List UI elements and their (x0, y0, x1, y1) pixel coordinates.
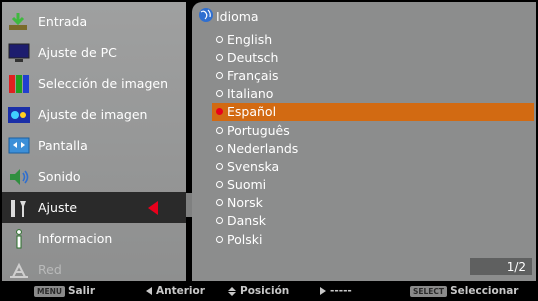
radio-icon (216, 235, 223, 243)
language-option[interactable]: Svenska (214, 157, 534, 175)
panel-title: Idioma (198, 7, 259, 25)
menu-item-red[interactable]: Red (2, 254, 186, 285)
language-option[interactable]: Deutsch (214, 48, 534, 66)
menu-label: Sonido (38, 169, 81, 184)
menu-key-badge: MENU (34, 285, 65, 297)
radio-icon (216, 162, 223, 170)
screen-icon (6, 134, 32, 158)
menu-label: Informacion (38, 231, 113, 246)
menu-item-ajuste-de-pc[interactable]: Ajuste de PC (2, 37, 186, 68)
help-exit: MENU Salir (34, 285, 95, 297)
input-icon (6, 10, 32, 34)
menu-label: Red (38, 262, 62, 277)
menu-item-sonido[interactable]: Sonido (2, 161, 186, 192)
image-select-icon (6, 72, 32, 96)
language-label: Dansk (227, 213, 266, 229)
select-label: Seleccionar (450, 285, 519, 297)
language-option[interactable]: Norsk (214, 194, 534, 212)
radio-icon (216, 181, 223, 189)
menu-label: Ajuste de imagen (38, 107, 148, 122)
language-option[interactable]: Italiano (214, 85, 534, 103)
menu-item-entrada[interactable]: Entrada (2, 6, 186, 37)
submenu-panel: Idioma English Deutsch Français Italiano (192, 2, 536, 281)
language-list: English Deutsch Français Italiano Españo… (212, 30, 534, 248)
language-label: Português (227, 122, 290, 138)
select-key-badge: SELECT (410, 285, 448, 297)
language-option-selected[interactable]: Español (212, 102, 534, 121)
arrow-left-icon (146, 287, 152, 295)
menu-label: Ajuste de PC (38, 45, 117, 60)
language-label: Polski (227, 231, 263, 247)
position-label: Posición (240, 285, 290, 297)
menu-label: Pantalla (38, 138, 88, 153)
radio-icon (216, 199, 223, 207)
menu-item-ajuste[interactable]: Ajuste (2, 192, 186, 223)
menu-label: Entrada (38, 14, 88, 29)
network-icon (6, 258, 32, 282)
menu-item-seleccion-de-imagen[interactable]: Selección de imagen (2, 68, 186, 99)
menu-label: Ajuste (38, 200, 78, 215)
language-label: Español (227, 104, 277, 120)
language-option[interactable]: Nederlands (214, 139, 534, 157)
language-label: Deutsch (227, 49, 279, 65)
panel-title-text: Idioma (216, 8, 259, 24)
info-icon (6, 227, 32, 251)
language-label: Suomi (227, 177, 267, 193)
help-select: SELECT Seleccionar (410, 285, 518, 297)
language-label: Svenska (227, 158, 280, 174)
menu-label: Selección de imagen (38, 76, 169, 91)
previous-label: Anterior (156, 285, 205, 297)
help-position: Posición (228, 285, 289, 297)
language-option[interactable]: Português (214, 121, 534, 139)
sound-icon (6, 165, 32, 189)
globe-icon (198, 7, 214, 26)
language-option[interactable]: Suomi (214, 176, 534, 194)
radio-selected-icon (216, 108, 223, 116)
menu-item-pantalla[interactable]: Pantalla (2, 130, 186, 161)
language-label: Italiano (227, 86, 274, 102)
arrow-updown-icon (228, 286, 236, 296)
language-label: Français (227, 67, 279, 83)
radio-icon (216, 90, 223, 98)
help-previous: Anterior (146, 285, 205, 297)
language-option[interactable]: Dansk (214, 212, 534, 230)
radio-icon (216, 53, 223, 61)
bottom-help-bar: MENU Salir Anterior Posición ----- SELEC… (0, 283, 538, 301)
image-adjust-icon (6, 103, 32, 127)
projector-menu-screen: Entrada Ajuste de PC Selección de imagen… (0, 0, 538, 301)
next-label: ----- (330, 285, 352, 297)
arrow-right-icon (320, 287, 326, 295)
menu-item-ajuste-de-imagen[interactable]: Ajuste de imagen (2, 99, 186, 130)
setting-icon (6, 196, 32, 220)
radio-icon (216, 217, 223, 225)
main-menu: Entrada Ajuste de PC Selección de imagen… (2, 2, 186, 281)
radio-icon (216, 144, 223, 152)
language-label: English (227, 31, 273, 47)
language-option[interactable]: Polski (214, 230, 534, 248)
help-next: ----- (320, 285, 352, 297)
language-label: Norsk (227, 195, 263, 211)
language-option[interactable]: English (214, 30, 534, 48)
language-label: Nederlands (227, 140, 299, 156)
radio-icon (216, 126, 223, 134)
page-indicator: 1/2 (470, 258, 532, 275)
selection-arrow-icon (148, 201, 158, 215)
pc-adjust-icon (6, 41, 32, 65)
menu-item-informacion[interactable]: Informacion (2, 223, 186, 254)
radio-icon (216, 35, 223, 43)
radio-icon (216, 71, 223, 79)
exit-label: Salir (67, 285, 95, 297)
language-option[interactable]: Français (214, 66, 534, 84)
